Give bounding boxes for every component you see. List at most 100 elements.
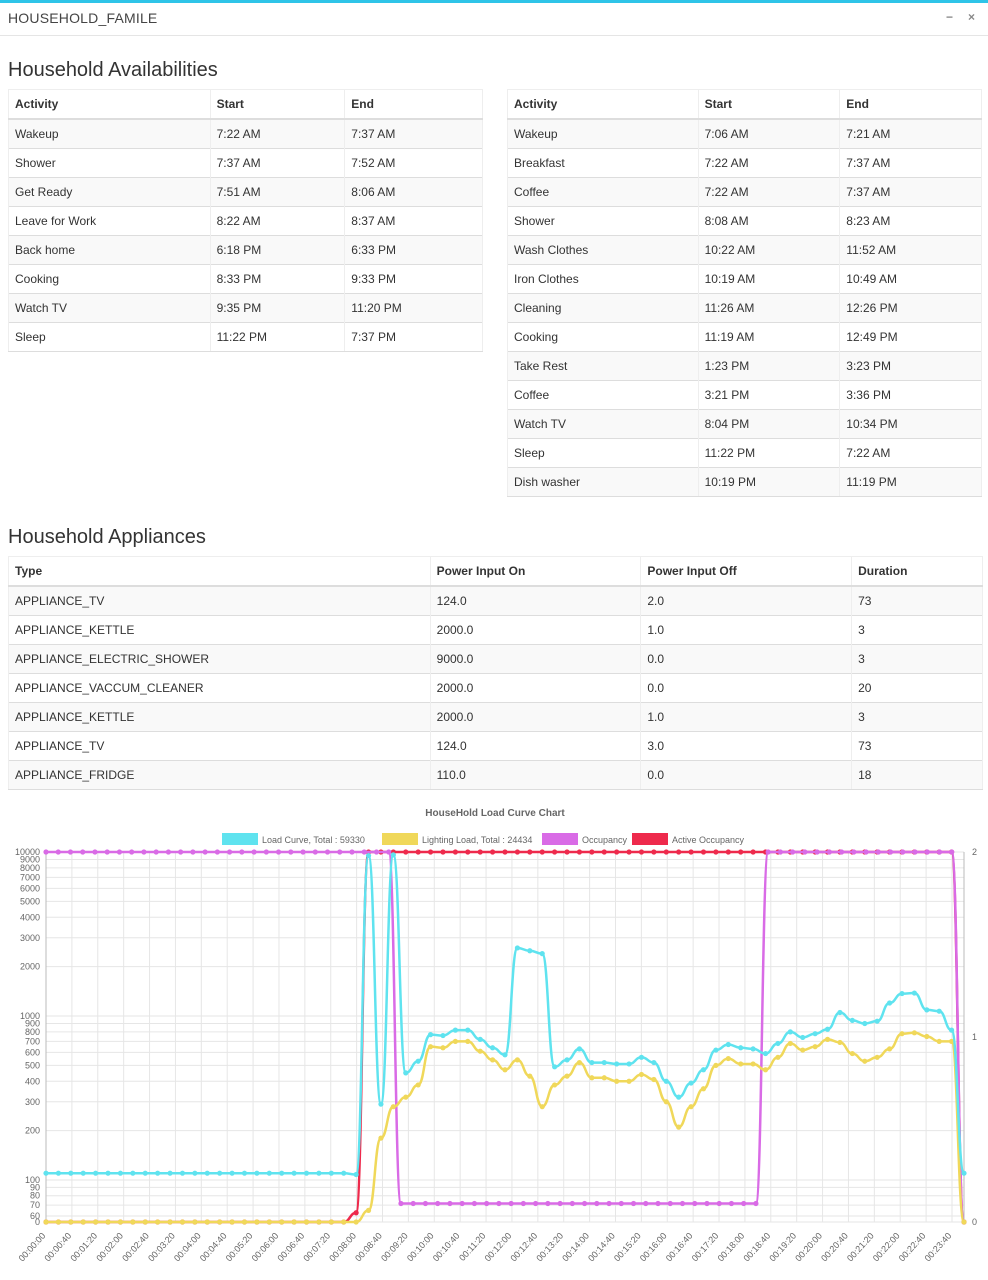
cell-end: 7:52 AM (344, 148, 483, 178)
column-header-end[interactable]: End (839, 89, 982, 120)
data-point (43, 1170, 49, 1176)
cell-power-on: 9000.0 (430, 644, 642, 674)
cell-activity: Wakeup (507, 118, 699, 149)
cell-power-on: 2000.0 (430, 615, 642, 645)
cell-end: 10:34 PM (839, 409, 982, 439)
cell-activity: Cleaning (507, 293, 699, 323)
cell-type: APPLIANCE_FRIDGE (8, 760, 431, 790)
column-header-start[interactable]: Start (210, 89, 346, 120)
x-tick-label: 00:14:00 (560, 1231, 591, 1264)
column-header-activity[interactable]: Activity (8, 89, 211, 120)
x-tick-label: 00:16:40 (664, 1231, 695, 1264)
data-point (552, 1082, 558, 1088)
data-point (390, 1104, 396, 1110)
table-row: APPLIANCE_ELECTRIC_SHOWER 9000.0 0.0 3 (8, 644, 983, 674)
data-point (241, 1170, 248, 1176)
data-point (750, 1061, 756, 1067)
column-header-type[interactable]: Type (8, 556, 431, 587)
column-header-power-on[interactable]: Power Input On (430, 556, 642, 587)
x-tick-label: 00:06:00 (250, 1231, 281, 1264)
data-point (316, 1219, 322, 1225)
data-point (539, 849, 545, 855)
data-point (601, 849, 607, 855)
data-point (614, 849, 620, 855)
y-tick-label: 700 (25, 1036, 40, 1046)
data-point (777, 849, 784, 855)
data-point (254, 1219, 260, 1225)
column-header-activity[interactable]: Activity (507, 89, 699, 120)
x-tick-label: 00:23:40 (923, 1231, 954, 1264)
table-row: Shower 7:37 AM 7:52 AM (8, 148, 483, 178)
data-point (862, 1058, 868, 1064)
data-point (700, 849, 707, 855)
data-point (105, 1219, 111, 1225)
legend-swatch (222, 833, 258, 845)
cell-start: 8:08 AM (698, 206, 841, 236)
cell-power-on: 124.0 (430, 731, 642, 761)
data-point (508, 1200, 514, 1207)
data-point (55, 1170, 62, 1176)
data-point (427, 1032, 434, 1038)
data-point (440, 1045, 446, 1051)
data-point (477, 1036, 483, 1042)
data-point (557, 1200, 563, 1207)
column-header-start[interactable]: Start (698, 89, 841, 120)
minimize-button[interactable]: − (946, 10, 953, 24)
table-row: Wakeup 7:06 AM 7:21 AM (507, 118, 982, 149)
data-point (900, 849, 906, 855)
x-tick-label: 00:18:40 (741, 1231, 772, 1264)
data-point (750, 849, 756, 855)
close-button[interactable]: × (968, 10, 975, 24)
data-point (165, 849, 171, 855)
data-point (663, 1078, 669, 1084)
column-header-duration[interactable]: Duration (851, 556, 983, 587)
column-header-power-off[interactable]: Power Input Off (640, 556, 853, 587)
data-point (849, 1017, 855, 1024)
data-point (800, 1047, 806, 1053)
data-point (849, 1050, 855, 1057)
data-point (67, 849, 74, 855)
table-row: APPLIANCE_VACCUM_CLEANER 2000.0 0.0 20 (8, 673, 983, 703)
cell-end: 11:20 PM (344, 293, 483, 323)
data-point (738, 1045, 744, 1051)
appliances-table: Type Power Input On Power Input Off Dura… (8, 556, 983, 790)
data-point (373, 849, 380, 855)
data-point (435, 1200, 441, 1207)
x-tick-label: 00:08:00 (327, 1231, 358, 1264)
cell-start: 7:22 AM (698, 177, 841, 207)
data-point (936, 1008, 942, 1014)
load-curve-chart: HouseHold Load Curve Chart Load Curve, T… (15, 808, 977, 1264)
x-tick-label: 00:02:40 (120, 1231, 151, 1264)
data-point (704, 1200, 710, 1207)
data-point (378, 1101, 384, 1107)
data-point (765, 849, 771, 855)
data-point (651, 1059, 657, 1066)
data-point (750, 1046, 756, 1052)
data-point (93, 1170, 99, 1176)
data-point (116, 849, 123, 855)
data-point (266, 1219, 272, 1225)
cell-start: 7:06 AM (698, 118, 841, 149)
data-point (626, 1078, 632, 1084)
data-point (477, 1048, 483, 1054)
x-tick-label: 00:13:20 (534, 1231, 565, 1264)
data-point (738, 849, 744, 855)
availabilities-table-left: Activity Start End Wakeup 7:22 AM 7:37 AM S… (8, 89, 483, 352)
cell-end: 12:49 PM (839, 322, 982, 352)
data-point (465, 1038, 471, 1045)
cell-power-off: 3.0 (640, 731, 853, 761)
data-point (489, 849, 496, 855)
data-point (651, 849, 657, 855)
series-line (45, 850, 966, 1224)
data-point (403, 1094, 409, 1100)
cell-start: 8:22 AM (210, 206, 346, 236)
cell-start: 11:26 AM (698, 293, 841, 323)
data-point (291, 1219, 297, 1225)
table-row: Cooking 8:33 PM 9:33 PM (8, 264, 483, 294)
data-point (410, 1200, 416, 1207)
data-point (520, 1200, 526, 1207)
column-header-end[interactable]: End (344, 89, 483, 120)
data-point (229, 1170, 235, 1176)
data-point (130, 1219, 136, 1225)
table-row: Back home 6:18 PM 6:33 PM (8, 235, 483, 265)
